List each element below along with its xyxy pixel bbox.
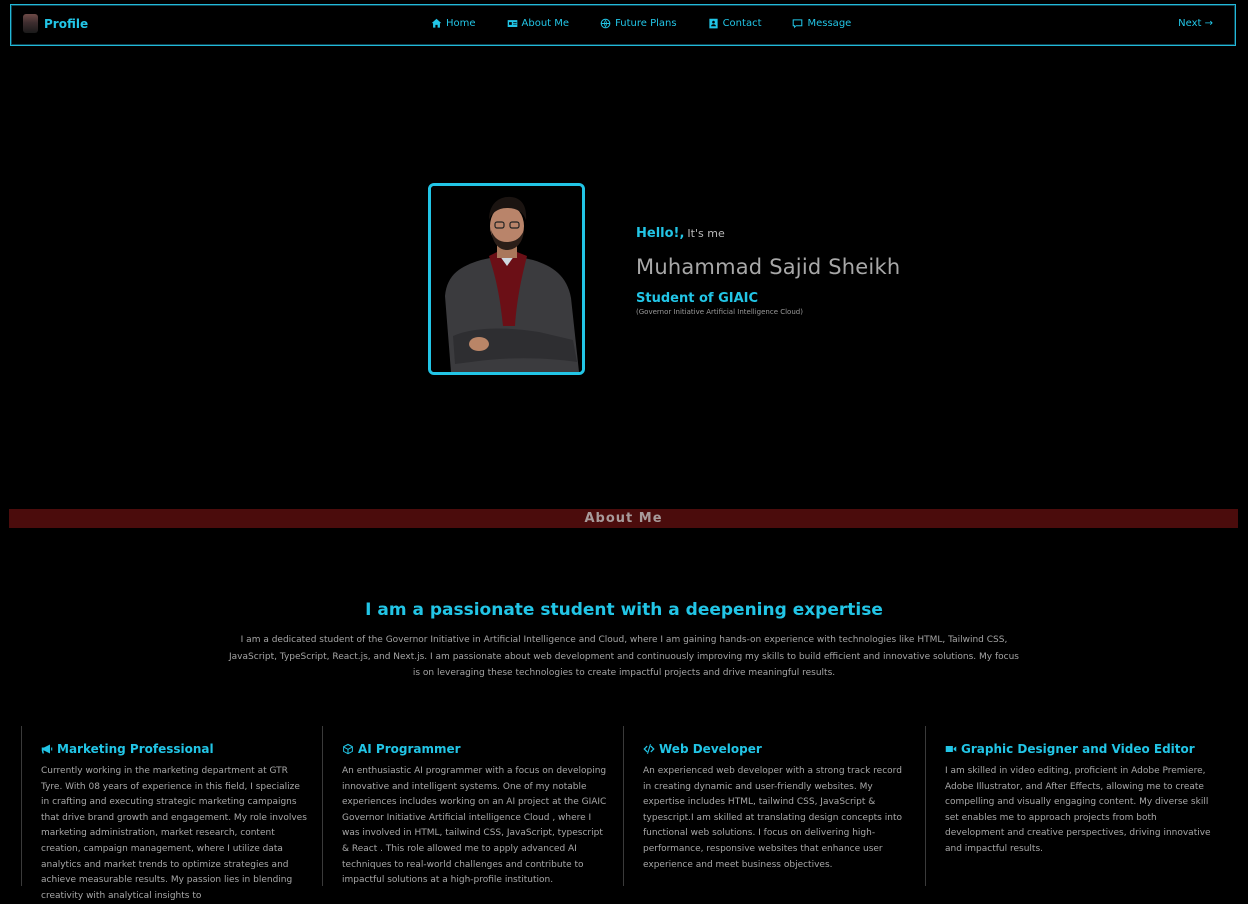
nav-link-about[interactable]: About Me xyxy=(507,18,570,29)
about-heading: I am a passionate student with a deepeni… xyxy=(365,600,883,620)
card-title: Graphic Designer and Video Editor xyxy=(945,742,1195,756)
greeting: Hello!, It's me xyxy=(636,222,900,241)
card-title-text: AI Programmer xyxy=(358,742,461,756)
contact-book-icon xyxy=(708,18,718,29)
nav-link-label: Future Plans xyxy=(615,18,677,29)
navbar: Profile Home About Me Future Plans Conta… xyxy=(10,4,1236,46)
profile-photo xyxy=(428,183,585,375)
nav-link-future-plans[interactable]: Future Plans xyxy=(600,18,677,29)
about-paragraph: I am a dedicated student of the Governor… xyxy=(229,635,1019,678)
hero-text: Hello!, It's me Muhammad Sajid Sheikh Stu… xyxy=(636,222,900,316)
profile-name: Muhammad Sajid Sheikh xyxy=(636,255,901,279)
nav-link-label: About Me xyxy=(521,18,570,29)
nav-link-label: Home xyxy=(446,18,476,29)
next-link[interactable]: Next → xyxy=(1178,18,1213,29)
nav-link-label: Message xyxy=(807,18,852,29)
card-marketing: Marketing Professional Currently working… xyxy=(21,726,323,901)
role-subtitle: (Governor Initiative Artificial Intellig… xyxy=(636,308,803,316)
brand-title: Profile xyxy=(44,16,89,31)
card-title: Marketing Professional xyxy=(41,742,214,756)
nav-link-contact[interactable]: Contact xyxy=(708,18,762,29)
code-icon xyxy=(643,744,655,754)
card-text: I am skilled in video editing, proficien… xyxy=(945,766,1211,854)
nav-links: Home About Me Future Plans Contact Messa… xyxy=(431,18,882,29)
card-text: An enthusiastic AI programmer with a foc… xyxy=(342,766,607,886)
card-text: An experienced web developer with a stro… xyxy=(643,766,902,870)
card-web-developer: Web Developer An experienced web develop… xyxy=(623,726,926,886)
nav-link-home[interactable]: Home xyxy=(431,18,476,29)
card-title-text: Graphic Designer and Video Editor xyxy=(961,742,1195,756)
card-ai-programmer: AI Programmer An enthusiastic AI program… xyxy=(322,726,624,886)
megaphone-icon xyxy=(41,744,53,754)
nav-link-label: Contact xyxy=(722,18,762,29)
card-graphic-designer: Graphic Designer and Video Editor I am s… xyxy=(925,726,1228,886)
message-icon xyxy=(793,19,803,29)
card-title: Web Developer xyxy=(643,742,762,756)
role-title: Student of GIAIC xyxy=(636,291,759,306)
cube-icon xyxy=(343,743,353,755)
globe-icon xyxy=(600,18,611,29)
brand[interactable]: Profile xyxy=(23,14,88,33)
nav-link-message[interactable]: Message xyxy=(792,18,851,29)
id-card-icon xyxy=(507,20,517,27)
card-title-text: Web Developer xyxy=(659,742,762,756)
profile-portrait xyxy=(431,186,582,372)
about-section-bar: About Me xyxy=(9,509,1238,528)
video-camera-icon xyxy=(945,746,957,752)
card-title-text: Marketing Professional xyxy=(57,742,214,756)
brand-avatar xyxy=(23,14,38,33)
its-me-text: It's me xyxy=(687,227,725,240)
hello-text: Hello!, xyxy=(636,226,685,241)
card-text: Currently working in the marketing depar… xyxy=(41,766,307,901)
card-title: AI Programmer xyxy=(342,742,461,756)
home-icon xyxy=(431,18,442,28)
